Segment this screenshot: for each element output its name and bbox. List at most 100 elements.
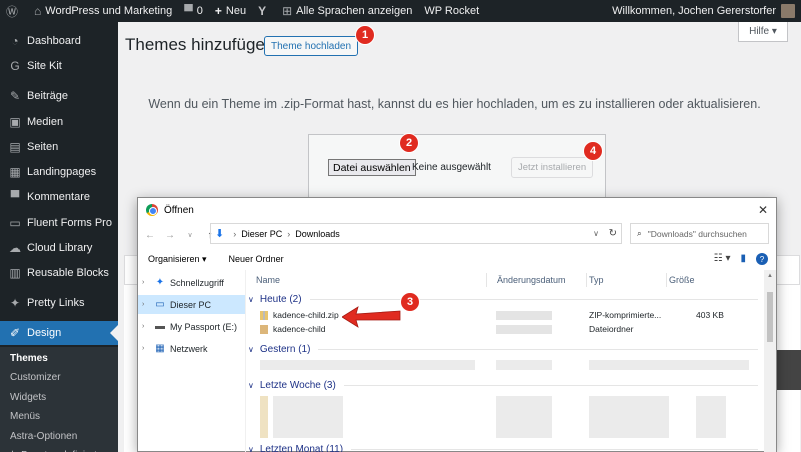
sidebar-item-landingpages[interactable]: ▦ Landingpages — [0, 160, 118, 184]
column-date[interactable]: Änderungsdatum — [497, 275, 566, 285]
close-icon[interactable]: ✕ — [758, 203, 768, 217]
sidebar-item-label: Landingpages — [27, 166, 97, 179]
star-icon: ✦ — [155, 277, 165, 288]
site-name-link[interactable]: ⌂ WordPress und Marketing — [28, 0, 178, 22]
column-type[interactable]: Typ — [589, 275, 604, 285]
group-last-week[interactable]: ∨ Letzte Woche (3) — [246, 376, 762, 394]
preview-pane-icon[interactable]: ▮ — [740, 253, 746, 265]
divider — [309, 298, 758, 300]
back-arrow-icon[interactable]: ← — [142, 230, 158, 241]
sidebar-item-kommentare[interactable]: ▀ Kommentare — [0, 185, 118, 209]
chevron-right-icon[interactable]: › — [142, 345, 154, 352]
tree-item-netzwerk[interactable]: › ▦ Netzwerk — [138, 339, 245, 358]
plus-icon: + — [214, 4, 222, 18]
network-icon: ▦ — [155, 343, 165, 354]
address-bar[interactable]: ⬇ › Dieser PC › Downloads ∨ ↻ — [210, 223, 622, 244]
tree-item-label: My Passport (E:) — [170, 321, 238, 332]
google-g-icon: G — [10, 59, 20, 74]
blurred-content — [589, 360, 749, 370]
sidebar-item-medien[interactable]: ▣ Medien — [0, 110, 118, 134]
tree-item-my-passport-e-[interactable]: › ▬ My Passport (E:) — [138, 317, 245, 336]
chevron-down-icon[interactable]: ∨ — [593, 229, 599, 238]
breadcrumb-downloads[interactable]: Downloads — [295, 229, 340, 239]
user-menu[interactable]: Willkommen, Jochen Gererstorfer — [606, 0, 801, 22]
chevron-right-icon[interactable]: › — [142, 279, 154, 286]
pc-icon: ▭ — [155, 299, 165, 310]
chevron-right-icon[interactable]: › — [142, 301, 154, 308]
languages-link[interactable]: ⊞ Alle Sprachen anzeigen — [276, 0, 418, 22]
view-options-icon[interactable]: ☷ ▾ — [714, 253, 731, 265]
group-yesterday[interactable]: ∨ Gestern (1) — [246, 340, 762, 358]
step-badge-4: 4 — [583, 141, 603, 161]
vertical-scrollbar[interactable]: ▲ — [764, 270, 776, 452]
sidebar-item-fluent-forms-pro[interactable]: ▭ Fluent Forms Pro — [0, 211, 118, 235]
upload-form: Datei auswählen Keine ausgewählt Jetzt i… — [308, 134, 606, 204]
navigation-row: ← → ∨ ↑ ⬇ › Dieser PC › Downloads ∨ ↻ ⌕ … — [138, 222, 776, 248]
brush-icon: ✐ — [9, 326, 21, 341]
column-name[interactable]: Name — [256, 275, 280, 285]
chevron-down-icon[interactable]: ∨ — [182, 231, 198, 239]
submenu-item--benutzerdefinierte-layouts[interactable]: ↳ Benutzerdefinierte Layouts — [0, 446, 118, 452]
scrollbar-thumb[interactable] — [767, 292, 773, 342]
tree-item-dieser-pc[interactable]: › ▭ Dieser PC — [138, 295, 245, 314]
comments-link[interactable]: ▀ 0 — [178, 0, 209, 22]
column-size[interactable]: Größe — [669, 275, 695, 285]
upload-description: Wenn du ein Theme im .zip-Format hast, k… — [148, 97, 761, 111]
navigation-tree: › ✦ Schnellzugriff › ▭ Dieser PC › ▬ My Passport… — [138, 270, 246, 452]
breadcrumb-this-pc[interactable]: Dieser PC — [241, 229, 282, 239]
install-now-button[interactable]: Jetzt installieren — [511, 157, 594, 178]
submenu-item-widgets[interactable]: Widgets — [0, 388, 118, 408]
help-tab[interactable]: Hilfe ▾ — [738, 22, 788, 42]
help-icon[interactable]: ? — [756, 253, 768, 265]
wp-logo[interactable]: Ⓦ — [0, 0, 28, 22]
sidebar-item-cloud-library[interactable]: ☁ Cloud Library — [0, 236, 118, 260]
sidebar-item-label: Fluent Forms Pro — [27, 216, 112, 229]
sidebar-item-label: Dashboard — [27, 35, 81, 47]
wp-rocket-link[interactable]: WP Rocket — [418, 0, 485, 22]
sidebar-item-label: Site Kit — [27, 60, 62, 73]
forward-arrow-icon[interactable]: → — [162, 230, 178, 241]
column-header: Name Änderungsdatum Typ Größe — [246, 270, 762, 290]
choose-file-button[interactable]: Datei auswählen — [328, 159, 416, 176]
sidebar-item-design[interactable]: ✐ Design — [0, 321, 118, 346]
comment-icon: ▀ — [184, 4, 193, 18]
file-row-folder[interactable]: kadence-child Dateiordner — [246, 322, 762, 336]
zip-file-icon — [260, 310, 268, 320]
column-separator — [666, 273, 667, 287]
chevron-down-icon: ∨ — [248, 380, 254, 390]
sidebar-item-pretty-links[interactable]: ✦ Pretty Links — [0, 291, 118, 315]
group-today[interactable]: ∨ Heute (2) — [246, 290, 762, 308]
search-input[interactable]: ⌕ "Downloads" durchsuchen — [630, 223, 769, 244]
file-row-blurred[interactable] — [246, 358, 762, 372]
organize-button[interactable]: Organisieren ▾ — [148, 254, 207, 265]
sidebar-item-seiten[interactable]: ▤ Seiten — [0, 135, 118, 159]
submenu-item-astra-optionen[interactable]: Astra-Optionen — [0, 427, 118, 447]
dashboard-icon: ◔ — [11, 34, 19, 48]
scroll-up-icon[interactable]: ▲ — [767, 273, 773, 279]
new-folder-button[interactable]: Neuer Ordner — [229, 254, 284, 264]
yoast-link[interactable]: Y — [252, 0, 276, 22]
sidebar-item-dashboard[interactable]: ◔ Dashboard — [0, 29, 118, 53]
upload-theme-button[interactable]: Theme hochladen — [264, 36, 359, 56]
no-file-label: Keine ausgewählt — [412, 162, 491, 173]
sidebar-item-label: Reusable Blocks — [27, 267, 109, 280]
sidebar-item-reusable-blocks[interactable]: ▥ Reusable Blocks — [0, 261, 118, 285]
submenu-item-themes[interactable]: Themes — [0, 349, 118, 369]
chevron-right-icon[interactable]: › — [142, 323, 154, 330]
folder-icon — [260, 324, 268, 334]
dialog-toolbar: Organisieren ▾ Neuer Ordner ☷ ▾ ▮ ? — [138, 248, 776, 270]
submenu-item-customizer[interactable]: Customizer — [0, 368, 118, 388]
file-row-zip[interactable]: kadence-child.zip ZIP-komprimierte... 40… — [246, 308, 762, 322]
group-last-month[interactable]: ∨ Letzten Monat (11) — [246, 440, 762, 452]
translate-icon: ⊞ — [282, 4, 293, 18]
blurred-content — [260, 396, 268, 438]
refresh-icon[interactable]: ↻ — [609, 228, 617, 239]
file-list: Name Änderungsdatum Typ Größe ∨ Heute (2)… — [246, 270, 762, 452]
tree-item-schnellzugriff[interactable]: › ✦ Schnellzugriff — [138, 273, 245, 292]
sidebar-item-site-kit[interactable]: G Site Kit — [0, 54, 118, 78]
home-icon: ⌂ — [34, 4, 42, 18]
submenu-item-men-s[interactable]: Menüs — [0, 407, 118, 427]
new-content-link[interactable]: + Neu — [209, 0, 252, 22]
form-icon: ▭ — [9, 215, 21, 230]
blurred-content — [496, 360, 552, 370]
